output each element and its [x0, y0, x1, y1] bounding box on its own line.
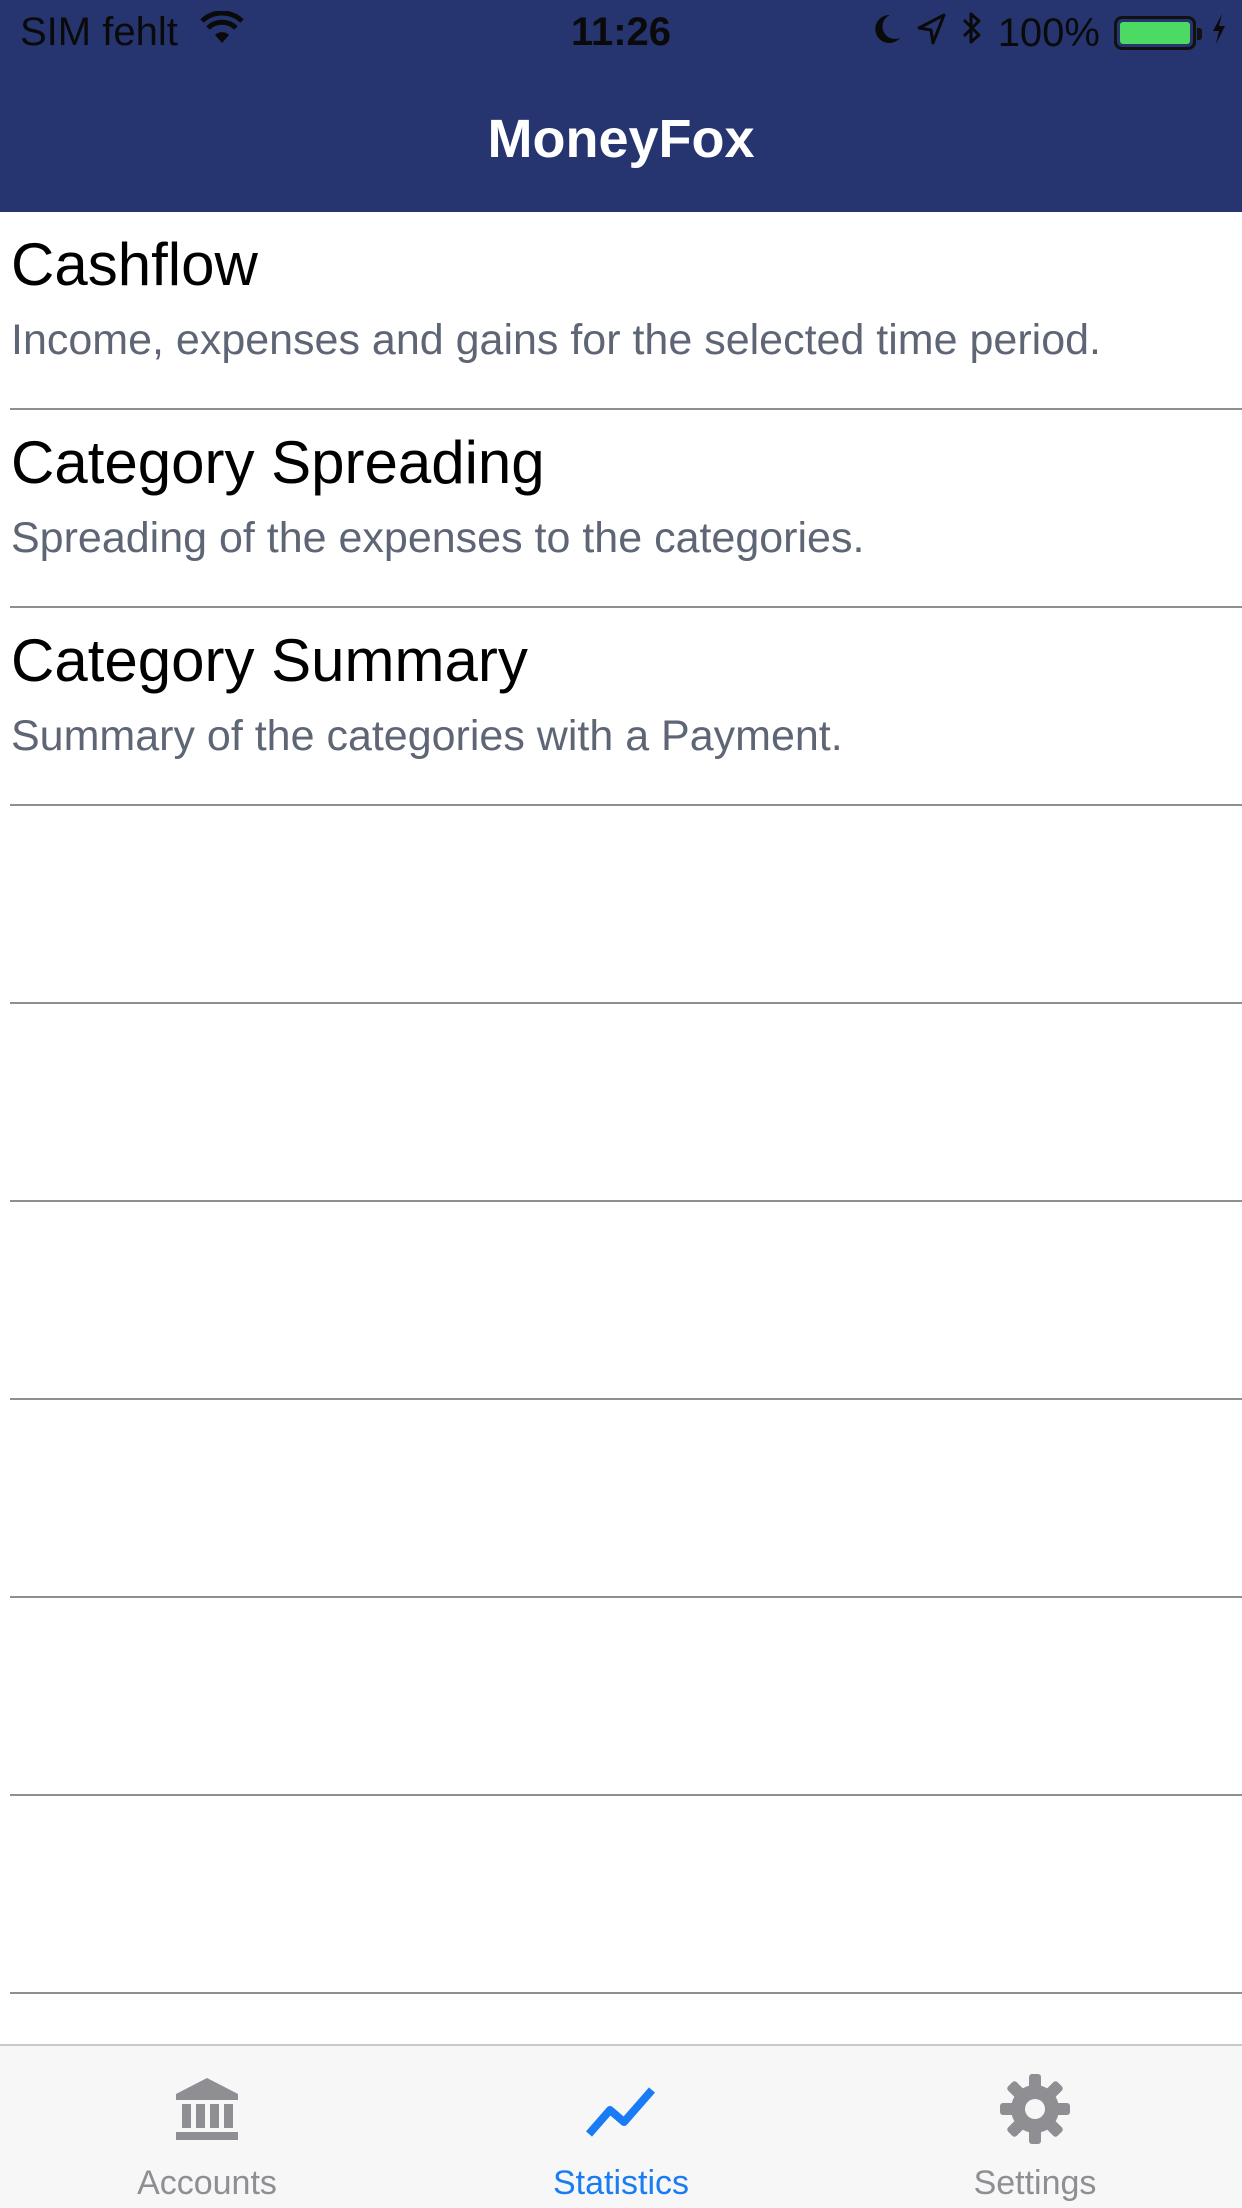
- bank-icon: [0, 2072, 414, 2146]
- empty-row: [10, 1202, 1242, 1400]
- tab-settings[interactable]: Settings: [828, 2046, 1242, 2208]
- empty-row: [10, 1004, 1242, 1202]
- tab-label: Statistics: [552, 2164, 690, 2202]
- list-item-category-summary[interactable]: Category Summary Summary of the categori…: [10, 608, 1242, 806]
- tab-accounts[interactable]: Accounts: [0, 2046, 414, 2208]
- empty-row: [10, 1400, 1242, 1598]
- list-item-cashflow[interactable]: Cashflow Income, expenses and gains for …: [10, 212, 1242, 410]
- statistics-screen: SIM fehlt 11:26 100% MoneyFox Cashflow I…: [0, 0, 1242, 2208]
- list-item-subtitle: Summary of the categories with a Payment…: [11, 712, 843, 760]
- empty-row: [10, 806, 1242, 1004]
- header: SIM fehlt 11:26 100% MoneyFox: [0, 0, 1242, 212]
- status-bar: SIM fehlt 11:26 100%: [0, 0, 1242, 66]
- tab-statistics[interactable]: Statistics: [414, 2046, 828, 2208]
- status-right: 100%: [872, 10, 1228, 56]
- charging-bolt-icon: [1210, 11, 1228, 56]
- tab-label: Accounts: [137, 2164, 277, 2202]
- tab-label: Settings: [973, 2164, 1097, 2202]
- tab-bar: Accounts Statistics Settings: [0, 2044, 1242, 2208]
- page-title: MoneyFox: [487, 109, 755, 169]
- empty-row: [10, 1796, 1242, 1994]
- bluetooth-icon: [960, 10, 984, 56]
- battery-fill: [1120, 22, 1190, 44]
- list-item-subtitle: Spreading of the expenses to the categor…: [11, 514, 865, 562]
- list-item-title: Cashflow: [11, 231, 258, 298]
- chart-line-icon: [414, 2072, 828, 2146]
- battery-percent: 100%: [997, 10, 1100, 55]
- empty-row: [10, 1598, 1242, 1796]
- moon-icon: [872, 11, 902, 56]
- location-arrow-icon: [916, 11, 946, 56]
- battery-icon: [1114, 16, 1202, 50]
- list-item-category-spreading[interactable]: Category Spreading Spreading of the expe…: [10, 410, 1242, 608]
- statistics-list: Cashflow Income, expenses and gains for …: [0, 212, 1242, 1994]
- gear-icon: [828, 2072, 1242, 2146]
- list-item-subtitle: Income, expenses and gains for the selec…: [11, 316, 1101, 364]
- list-item-title: Category Summary: [11, 627, 528, 694]
- list-item-title: Category Spreading: [11, 429, 545, 496]
